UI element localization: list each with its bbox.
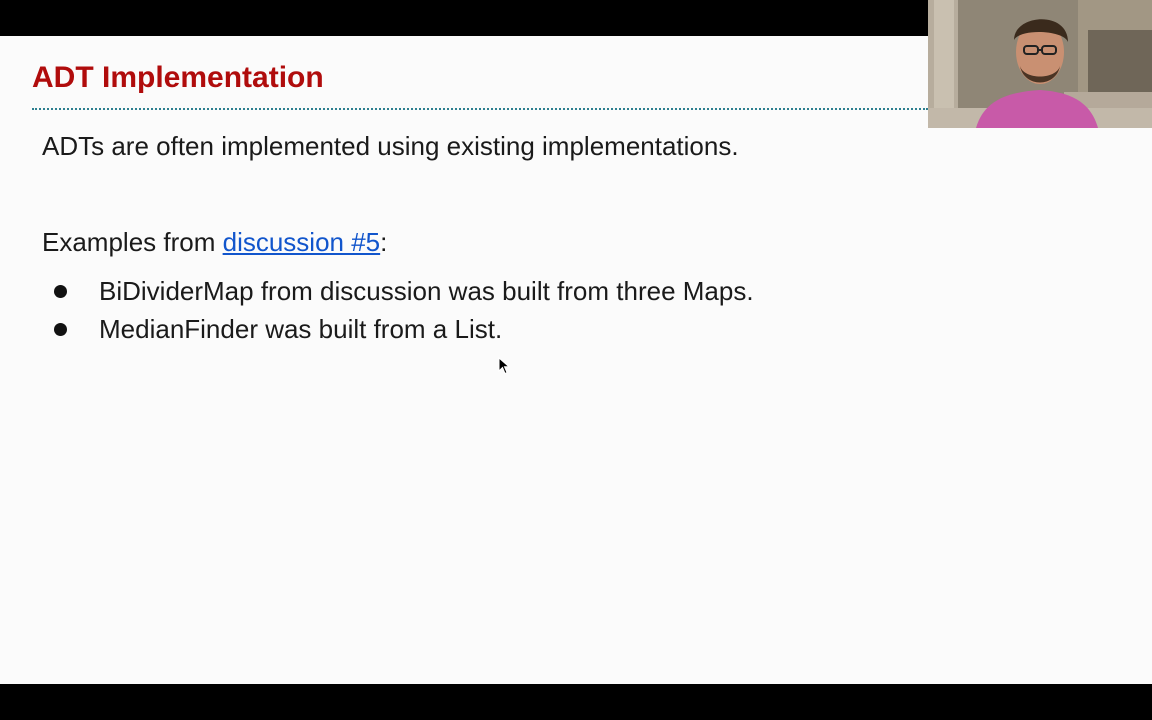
discussion-link[interactable]: discussion #5	[223, 227, 381, 257]
webcam-feed	[928, 0, 1152, 128]
bullet-icon	[54, 323, 67, 336]
list-item-text: BiDividerMap from discussion was built f…	[99, 276, 754, 306]
title-divider	[32, 108, 928, 110]
examples-suffix: :	[380, 227, 388, 257]
webcam-image	[928, 0, 1152, 128]
list-item-text: MedianFinder was built from a List.	[99, 314, 503, 344]
examples-prefix: Examples from	[42, 227, 223, 257]
slide: ADT Implementation ADTs are often implem…	[0, 36, 1152, 684]
bullet-icon	[54, 285, 67, 298]
presentation-screen: ADT Implementation ADTs are often implem…	[0, 0, 1152, 720]
intro-text: ADTs are often implemented using existin…	[42, 131, 739, 161]
mouse-pointer-icon	[498, 357, 510, 375]
slide-title: ADT Implementation	[32, 61, 324, 94]
examples-line: Examples from discussion #5:	[42, 225, 387, 259]
